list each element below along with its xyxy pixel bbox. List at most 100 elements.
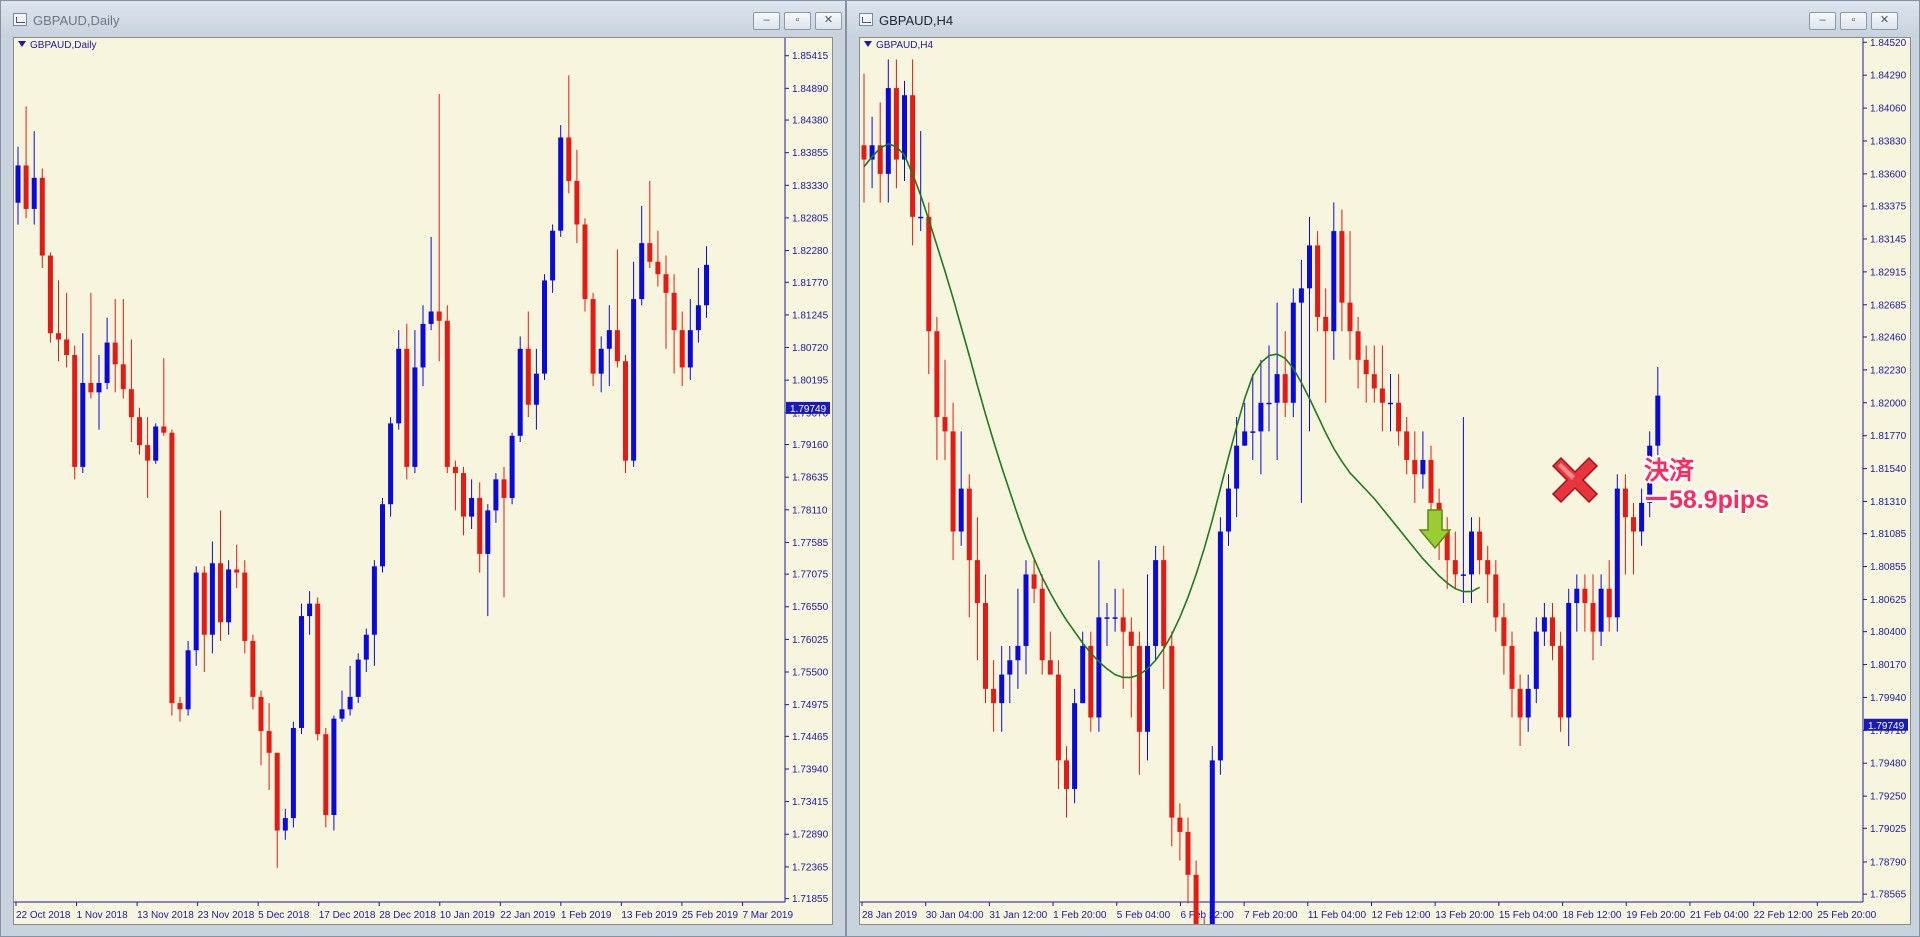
candle-body [1145, 645, 1150, 732]
price-tick-label: 1.78790 [1870, 857, 1907, 868]
window-titlebar[interactable]: GBPAUD,Daily – ▫ ✕ [1, 1, 845, 37]
candle-body [39, 177, 45, 256]
current-price-label: 1.79749 [790, 404, 827, 415]
time-tick-label: 28 Jan 2019 [862, 910, 917, 921]
time-tick-label: 22 Feb 12:00 [1754, 910, 1813, 921]
price-tick-label: 1.80625 [1870, 595, 1907, 606]
candle-body [1420, 459, 1426, 475]
candle-body [1096, 617, 1102, 718]
price-tick-label: 1.83600 [1870, 169, 1907, 180]
time-tick-label: 25 Feb 2019 [682, 910, 739, 921]
candle-body [1031, 574, 1037, 589]
price-tick-label: 1.79025 [1870, 824, 1907, 835]
candle-body [1631, 517, 1636, 532]
chart-window-h4[interactable]: GBPAUD,H4 – ▫ ✕ 1.84520 1.84290 1.84060 1.8… [846, 0, 1920, 937]
candle-body [695, 305, 701, 331]
candle-body [671, 292, 677, 331]
candle-body [974, 560, 980, 604]
price-tick-label: 1.82685 [1870, 300, 1907, 311]
candle-body [902, 95, 907, 160]
minimize-button[interactable]: – [1809, 12, 1836, 30]
candle-body [623, 361, 628, 461]
candle-body [926, 216, 932, 332]
minimize-button[interactable]: – [753, 12, 780, 30]
candle-body [177, 703, 183, 710]
window-titlebar[interactable]: GBPAUD,H4 – ▫ ✕ [847, 1, 1919, 37]
chart-window-daily[interactable]: GBPAUD,Daily – ▫ ✕ 1.85415 1.84890 1.84380… [0, 0, 846, 937]
candle-body [1234, 445, 1240, 489]
close-button[interactable]: ✕ [815, 12, 842, 30]
candle-body [1452, 560, 1458, 575]
candle-body [64, 339, 70, 356]
maximize-button[interactable]: ▫ [784, 12, 811, 30]
candle-body [112, 342, 118, 365]
exit-annotation: 決済 ー58.9pips [1644, 457, 1769, 515]
price-tick-label: 1.84290 [1870, 71, 1907, 82]
time-tick-label: 22 Oct 2018 [16, 910, 71, 921]
candle-body [1120, 617, 1126, 632]
candle-body [1493, 574, 1499, 618]
candle-body [966, 488, 972, 561]
price-tick-label: 1.75500 [792, 668, 829, 679]
candle-body [161, 426, 167, 433]
candle-body [1209, 760, 1215, 924]
time-tick-label: 18 Feb 12:00 [1563, 910, 1622, 921]
candle-body [1274, 374, 1280, 403]
price-tick-label: 1.81310 [1870, 497, 1907, 508]
time-tick-label: 15 Feb 04:00 [1499, 910, 1558, 921]
price-tick-label: 1.71855 [792, 894, 829, 905]
candle-body [128, 389, 134, 418]
chart-symbol-label: GBPAUD,H4 [864, 40, 933, 51]
candle-body [558, 137, 564, 231]
candle-body [1258, 402, 1264, 432]
candle-body [331, 718, 337, 815]
candle-body [1485, 560, 1491, 575]
candle-body [193, 572, 199, 651]
candle-body [1088, 645, 1094, 718]
chart-area[interactable]: 1.84520 1.84290 1.84060 1.83830 1.83600 1.833… [859, 37, 1911, 925]
time-tick-label: 13 Feb 20:00 [1435, 910, 1494, 921]
candle-body [1080, 645, 1086, 704]
candle-body [477, 497, 483, 554]
candle-body [1023, 574, 1029, 646]
candle-body [1185, 831, 1191, 875]
candlestick-chart-daily[interactable]: 1.85415 1.84890 1.84380 1.83855 1.83330 1.828… [14, 38, 832, 924]
candle-body [1128, 631, 1134, 646]
time-tick-label: 13 Feb 2019 [621, 910, 678, 921]
candle-body [1436, 502, 1442, 532]
candle-body [983, 603, 988, 689]
candle-body [655, 261, 661, 275]
candle-body [1323, 316, 1329, 332]
candle-body [80, 382, 86, 467]
time-tick-label: 7 Mar 2019 [742, 910, 793, 921]
price-tick-label: 1.81085 [1870, 529, 1907, 540]
candle-body [1412, 459, 1418, 475]
chart-area[interactable]: 1.85415 1.84890 1.84380 1.83855 1.83330 1.828… [13, 37, 833, 925]
candle-body [687, 330, 693, 368]
time-tick-label: 10 Jan 2019 [440, 910, 495, 921]
price-tick-label: 1.72365 [792, 862, 829, 873]
candle-body [323, 734, 329, 815]
candle-body [209, 563, 215, 635]
candle-body [1509, 645, 1515, 689]
time-tick-label: 1 Feb 20:00 [1053, 910, 1107, 921]
candle-body [934, 331, 940, 418]
maximize-button[interactable]: ▫ [1840, 12, 1867, 30]
time-tick-label: 7 Feb 20:00 [1244, 910, 1298, 921]
close-button[interactable]: ✕ [1871, 12, 1898, 30]
candle-body [639, 243, 645, 300]
candle-body [1072, 703, 1078, 789]
candle-body [1590, 603, 1596, 632]
candle-body [1404, 431, 1410, 460]
candle-body [1541, 617, 1547, 632]
price-tick-label: 1.80195 [792, 376, 829, 387]
price-tick-label: 1.80855 [1870, 562, 1907, 573]
time-tick-label: 19 Feb 20:00 [1626, 910, 1685, 921]
price-tick-label: 1.82230 [1870, 365, 1907, 376]
candle-body [1525, 688, 1531, 718]
candle-body [1566, 603, 1572, 718]
time-tick-label: 5 Feb 04:00 [1117, 910, 1171, 921]
candle-body [266, 731, 272, 753]
candle-body [1282, 374, 1288, 403]
price-tick-label: 1.83830 [1870, 136, 1907, 147]
